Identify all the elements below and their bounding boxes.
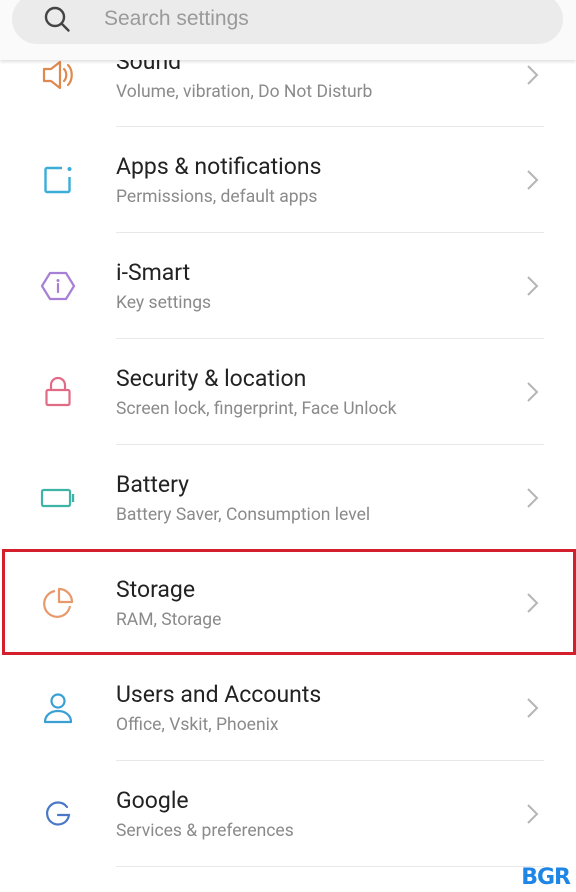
apps-notification-icon (38, 160, 78, 200)
settings-item-subtitle: Permissions, default apps (116, 187, 318, 207)
pie-chart-icon (38, 583, 78, 623)
search-header (0, 0, 576, 60)
chevron-right-icon (522, 168, 542, 192)
settings-item-subtitle: Battery Saver, Consumption level (116, 505, 371, 525)
settings-item-storage[interactable]: Storage RAM, Storage (0, 550, 576, 655)
settings-item-battery[interactable]: Battery Battery Saver, Consumption level (0, 445, 576, 550)
search-icon[interactable] (42, 4, 72, 34)
settings-item-google[interactable]: Google Services & preferences (0, 761, 576, 866)
settings-item-title: Users and Accounts (116, 681, 322, 708)
settings-item-title: i-Smart (116, 259, 191, 286)
settings-item-subtitle: Screen lock, fingerprint, Face Unlock (116, 399, 397, 419)
info-hexagon-icon (38, 266, 78, 306)
settings-item-title: Storage (116, 576, 196, 603)
lock-icon (38, 372, 78, 412)
settings-item-title: Apps & notifications (116, 153, 322, 180)
settings-item-security-location[interactable]: Security & location Screen lock, fingerp… (0, 339, 576, 444)
chevron-right-icon (522, 380, 542, 404)
settings-item-subtitle: Key settings (116, 293, 212, 313)
settings-item-users-accounts[interactable]: Users and Accounts Office, Vskit, Phoeni… (0, 655, 576, 760)
settings-item-subtitle: Services & preferences (116, 821, 294, 841)
chevron-right-icon (522, 696, 542, 720)
settings-item-subtitle: RAM, Storage (116, 610, 222, 630)
bgr-watermark-logo: BGR (521, 865, 571, 890)
settings-item-i-smart[interactable]: i-Smart Key settings (0, 233, 576, 338)
speaker-icon (38, 55, 78, 95)
settings-item-subtitle: Volume, vibration, Do Not Disturb (116, 82, 373, 102)
divider (116, 866, 544, 867)
settings-item-subtitle: Office, Vskit, Phoenix (116, 715, 279, 735)
settings-item-title: Security & location (116, 365, 307, 392)
search-input[interactable] (102, 6, 506, 32)
chevron-right-icon (522, 486, 542, 510)
chevron-right-icon (522, 591, 542, 615)
battery-icon (38, 478, 78, 518)
search-bar[interactable] (12, 0, 563, 44)
settings-item-apps-notifications[interactable]: Apps & notifications Permissions, defaul… (0, 127, 576, 232)
chevron-right-icon (522, 63, 542, 87)
chevron-right-icon (522, 802, 542, 826)
chevron-right-icon (522, 274, 542, 298)
user-icon (38, 688, 78, 728)
settings-item-title: Google (116, 787, 189, 814)
settings-item-title: Battery (116, 471, 189, 498)
google-icon (38, 794, 78, 834)
